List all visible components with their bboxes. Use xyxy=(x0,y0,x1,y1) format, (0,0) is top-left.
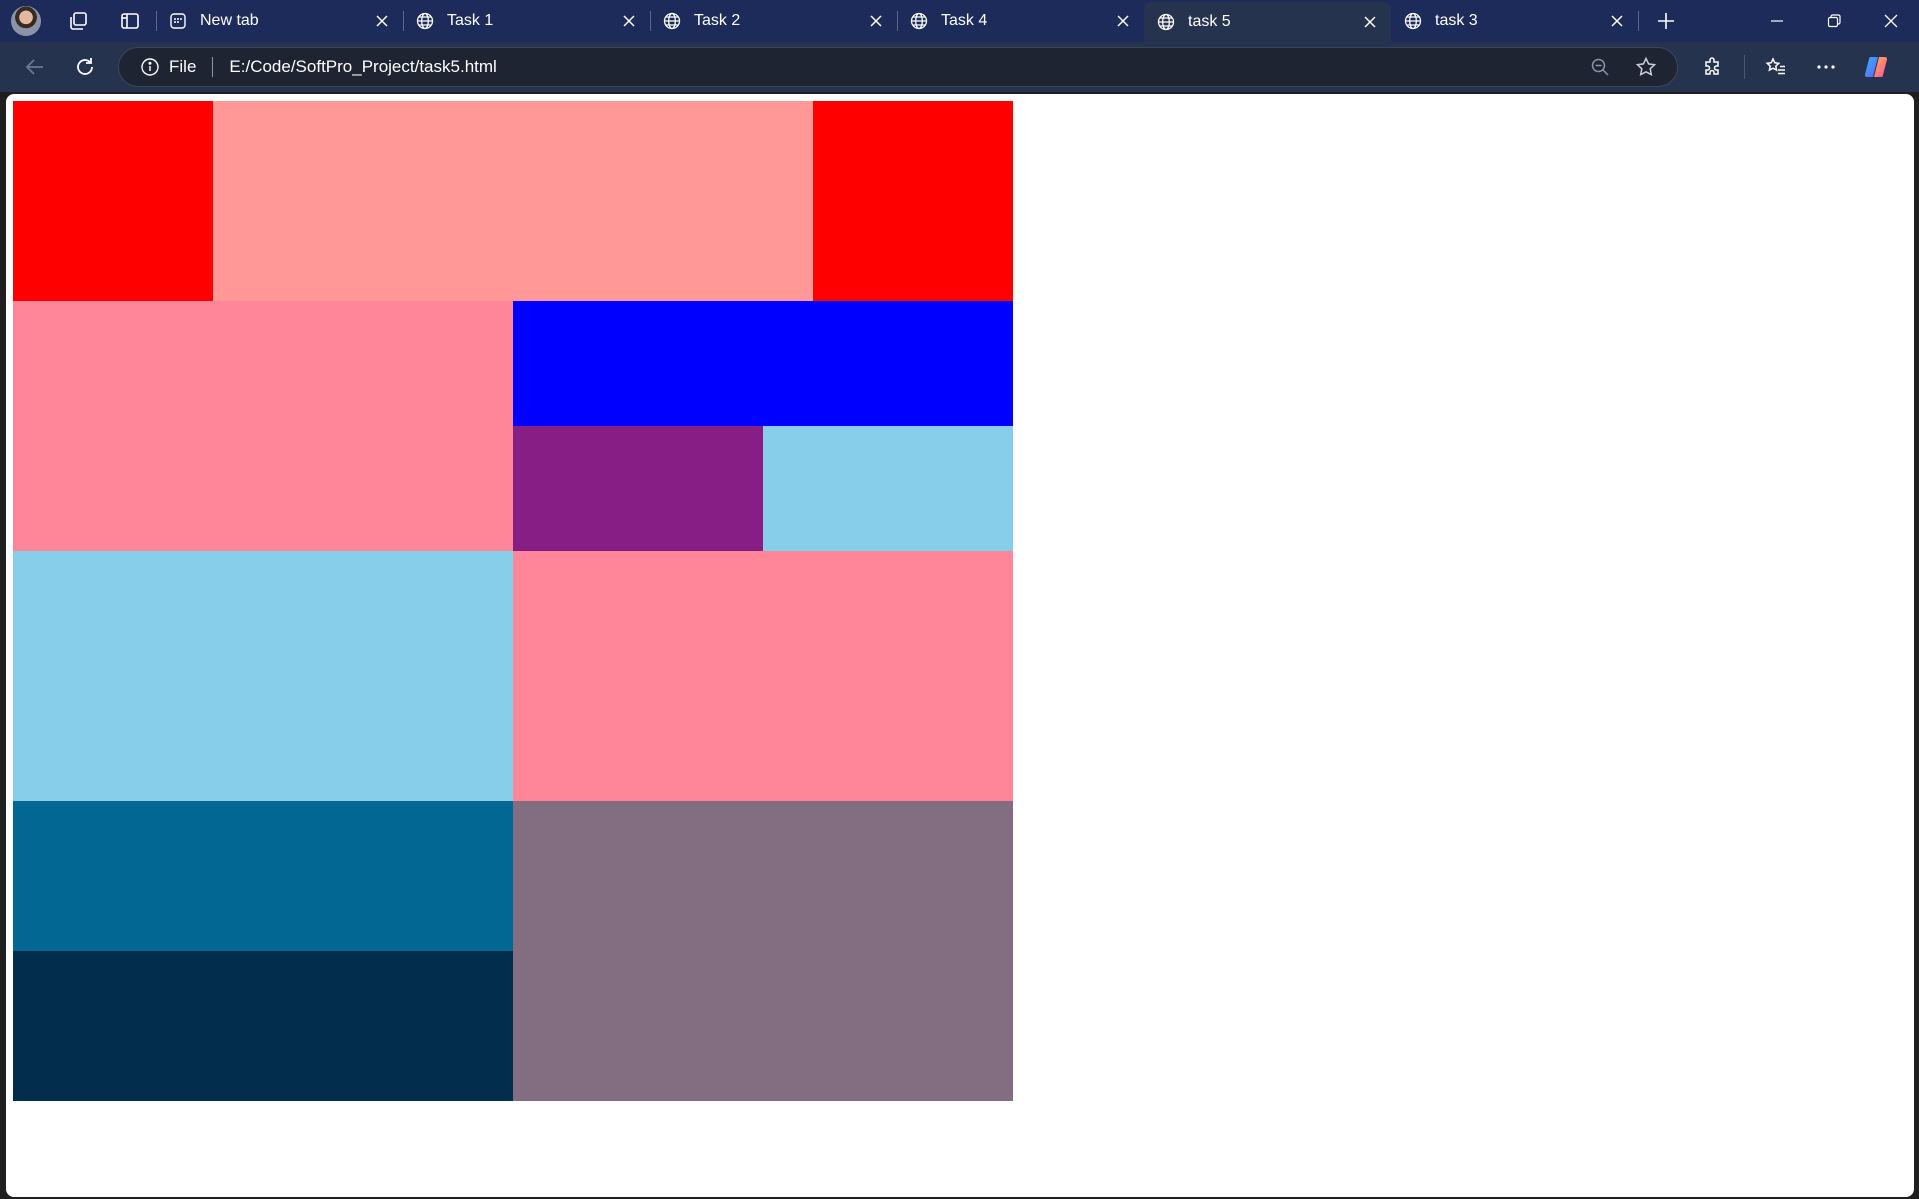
profile-avatar xyxy=(11,6,41,36)
block-pink-mid-left xyxy=(13,301,513,551)
plus-icon xyxy=(1658,13,1674,29)
tab-task-3[interactable]: task 3 xyxy=(1391,0,1638,42)
new-tab-button[interactable] xyxy=(1638,0,1694,42)
navigation-toolbar: File E:/Code/SoftPro_Project/task5.html xyxy=(0,42,1919,92)
tab-strip: New tab Task 1 Task 2 Task 4 task 5 task… xyxy=(0,0,1919,42)
more-dots-icon xyxy=(1817,65,1835,69)
close-window-button[interactable] xyxy=(1862,0,1919,42)
page-viewport[interactable] xyxy=(6,94,1914,1197)
site-scheme-label[interactable]: File xyxy=(169,57,196,77)
tab-title: New tab xyxy=(200,12,259,29)
url-text[interactable]: E:/Code/SoftPro_Project/task5.html xyxy=(229,57,1577,77)
info-icon[interactable] xyxy=(139,56,161,78)
minimize-icon xyxy=(1770,20,1783,22)
copilot-button[interactable] xyxy=(1851,42,1901,92)
close-icon[interactable] xyxy=(1359,11,1381,33)
globe-icon xyxy=(662,11,682,31)
globe-icon xyxy=(1403,11,1423,31)
sidebar-tabs-icon xyxy=(121,13,139,29)
block-pink-right xyxy=(513,551,1013,801)
refresh-button[interactable] xyxy=(60,42,110,92)
tab-title: Task 2 xyxy=(694,12,741,29)
workspaces-icon xyxy=(70,12,87,30)
favorites-list-icon xyxy=(1765,57,1785,75)
back-button[interactable] xyxy=(10,42,60,92)
copilot-icon xyxy=(1864,56,1888,78)
vertical-tabs-button[interactable] xyxy=(104,0,156,42)
tab-task-2[interactable]: Task 2 xyxy=(650,0,897,42)
block-navy xyxy=(13,951,513,1101)
close-icon[interactable] xyxy=(618,10,640,32)
block-skyblue-small xyxy=(763,426,1013,551)
close-icon[interactable] xyxy=(1606,10,1628,32)
extensions-button[interactable] xyxy=(1688,42,1738,92)
tab-task-5[interactable]: task 5 xyxy=(1144,2,1391,42)
restore-button[interactable] xyxy=(1805,0,1862,42)
block-red-top-right xyxy=(813,101,1013,301)
close-icon xyxy=(1884,14,1897,28)
block-skyblue-large xyxy=(13,551,513,801)
new-tab-page-icon xyxy=(168,11,188,31)
address-separator xyxy=(212,57,214,77)
toolbar-divider xyxy=(1744,55,1745,79)
block-purple xyxy=(513,426,763,551)
workspaces-button[interactable] xyxy=(52,0,104,42)
favorite-star-icon[interactable] xyxy=(1623,47,1669,87)
color-block-grid xyxy=(13,101,1013,1101)
close-icon[interactable] xyxy=(865,10,887,32)
tab-title: Task 4 xyxy=(941,12,988,29)
tab-title: task 5 xyxy=(1188,13,1231,30)
back-arrow-icon xyxy=(25,59,43,75)
zoom-out-icon[interactable] xyxy=(1577,47,1623,87)
block-red-top-left xyxy=(13,101,213,301)
tab-title: task 3 xyxy=(1435,12,1478,29)
close-icon[interactable] xyxy=(371,10,393,32)
puzzle-piece-icon xyxy=(1705,57,1719,75)
block-teal xyxy=(13,801,513,951)
globe-icon xyxy=(1156,12,1176,32)
tab-task-4[interactable]: Task 4 xyxy=(897,0,1144,42)
tab-new-tab[interactable]: New tab xyxy=(156,0,403,42)
globe-icon xyxy=(415,11,435,31)
refresh-icon xyxy=(77,58,93,75)
address-bar[interactable]: File E:/Code/SoftPro_Project/task5.html xyxy=(118,47,1678,87)
block-salmon-top-center xyxy=(213,101,813,301)
profile-button[interactable] xyxy=(0,0,52,42)
globe-icon xyxy=(909,11,929,31)
block-blue-mid-right xyxy=(513,301,1013,426)
favorites-button[interactable] xyxy=(1751,42,1801,92)
minimize-button[interactable] xyxy=(1748,0,1805,42)
block-mauve xyxy=(513,801,1013,1101)
settings-more-button[interactable] xyxy=(1801,42,1851,92)
tab-title: Task 1 xyxy=(447,12,494,29)
close-icon[interactable] xyxy=(1112,10,1134,32)
restore-icon xyxy=(1827,14,1841,28)
tab-task-1[interactable]: Task 1 xyxy=(403,0,650,42)
